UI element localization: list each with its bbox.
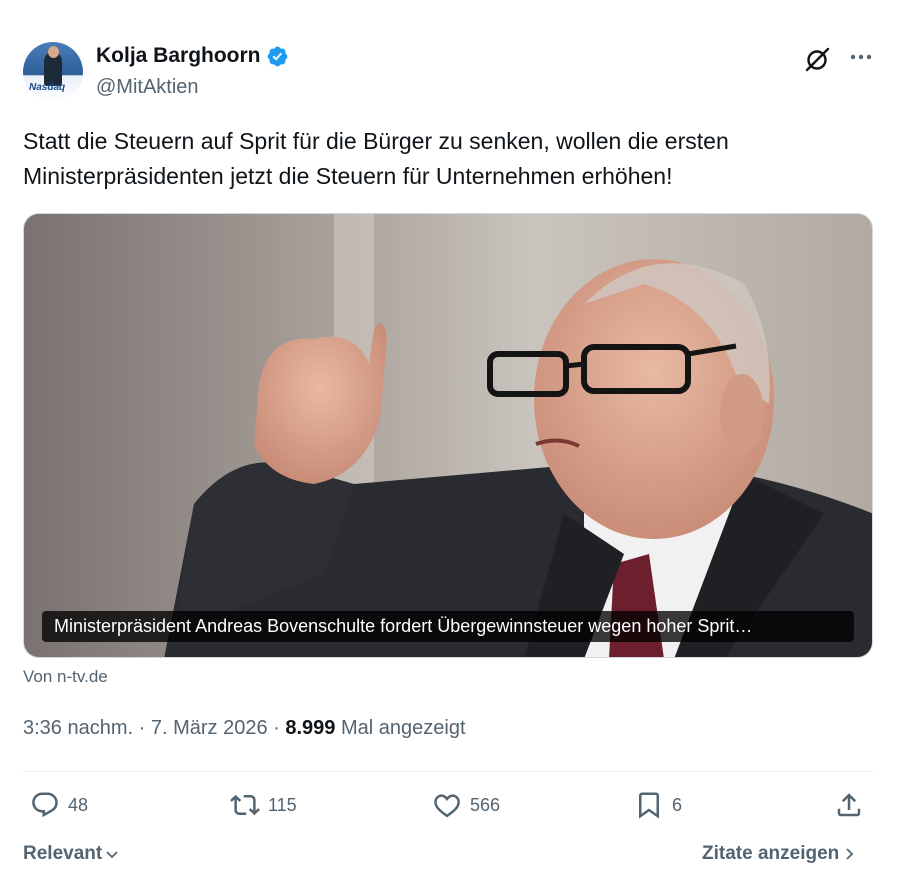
views-label: Mal angezeigt <box>341 717 466 739</box>
grok-icon[interactable] <box>802 45 832 75</box>
repost-button[interactable]: 115 <box>230 790 297 820</box>
author-row: Kolja Barghoorn <box>96 44 289 68</box>
more-icon[interactable] <box>846 45 876 75</box>
chevron-down-icon <box>106 851 118 859</box>
like-button[interactable]: 566 <box>432 790 500 820</box>
share-icon <box>837 793 861 817</box>
avatar[interactable]: Nasdaq <box>23 42 83 102</box>
tweet-meta: 3:36 nachm. · 7. März 2026 · 8.999 Mal a… <box>23 717 466 740</box>
reply-icon <box>32 792 58 818</box>
view-quotes-link[interactable]: Zitate anzeigen <box>702 843 857 865</box>
avatar-head <box>48 46 59 58</box>
bookmark-icon <box>639 792 659 819</box>
meta-separator: · <box>133 717 151 739</box>
divider <box>23 771 873 772</box>
tweet-text: Statt die Steuern auf Sprit für die Bürg… <box>23 128 729 189</box>
tweet-date[interactable]: 7. März 2026 <box>151 717 268 739</box>
author-handle[interactable]: @MitAktien <box>96 76 199 99</box>
news-photo <box>24 214 872 657</box>
chevron-right-icon <box>846 848 854 860</box>
link-source[interactable]: Von n-tv.de <box>23 667 108 687</box>
bookmark-count: 6 <box>672 794 683 815</box>
views-count: 8.999 <box>285 717 336 739</box>
share-button[interactable] <box>834 790 864 820</box>
verified-badge-icon[interactable] <box>266 45 289 68</box>
reply-count: 48 <box>68 794 89 815</box>
avatar-logo: Nasdaq <box>29 82 66 93</box>
like-count: 566 <box>470 794 501 815</box>
bookmark-button[interactable]: 6 <box>634 790 682 820</box>
sort-label: Relevant <box>23 843 103 864</box>
author-name[interactable]: Kolja Barghoorn <box>96 44 261 68</box>
tweet-time[interactable]: 3:36 nachm. <box>23 717 133 739</box>
repost-count: 115 <box>268 794 297 815</box>
reply-sort-dropdown[interactable]: Relevant <box>23 843 120 865</box>
quotes-label: Zitate anzeigen <box>702 843 840 864</box>
media-caption: Ministerpräsident Andreas Bovenschulte f… <box>42 611 854 642</box>
reply-button[interactable]: 48 <box>30 790 88 820</box>
repost-icon <box>230 794 260 816</box>
link-card-image[interactable]: Ministerpräsident Andreas Bovenschulte f… <box>23 213 873 658</box>
meta-separator: · <box>267 717 286 739</box>
heart-icon <box>434 794 460 818</box>
